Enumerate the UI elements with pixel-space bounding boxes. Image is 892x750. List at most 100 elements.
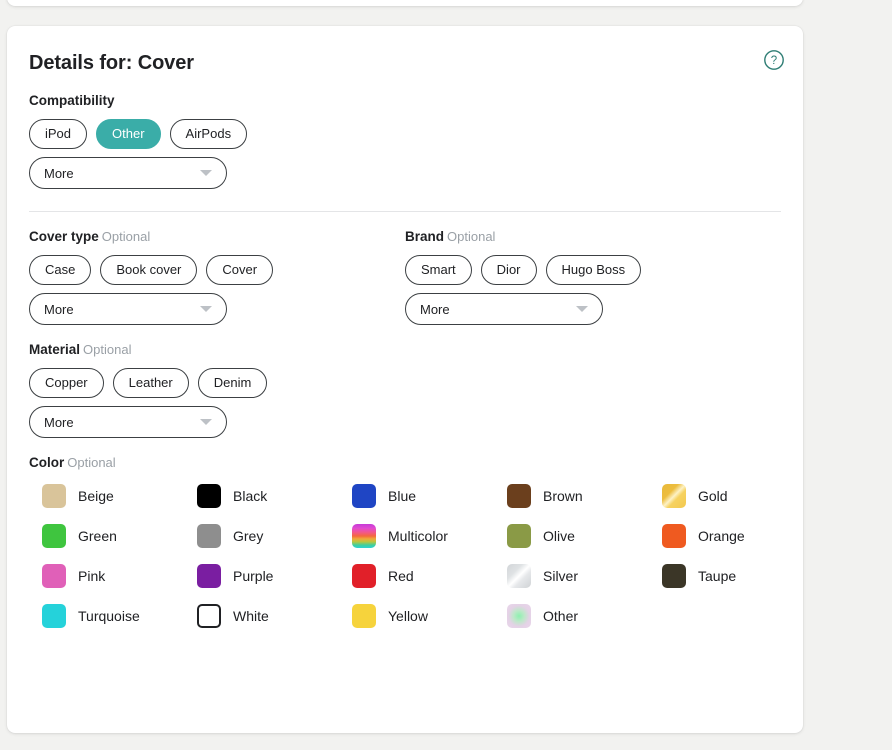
chevron-down-icon bbox=[200, 419, 212, 425]
color-option-label: Taupe bbox=[698, 568, 737, 584]
color-label-text: Color bbox=[29, 455, 65, 470]
color-option-label: Other bbox=[543, 608, 579, 624]
field-material: Material Optional Copper Leather Denim Mo… bbox=[29, 341, 405, 438]
color-option-label: Red bbox=[388, 568, 414, 584]
color-swatch-blue-icon bbox=[352, 484, 376, 508]
material-more-dropdown[interactable]: More bbox=[29, 406, 227, 438]
color-option-label: Blue bbox=[388, 488, 417, 504]
material-label-text: Material bbox=[29, 342, 81, 357]
pill-other-compatibility[interactable]: Other bbox=[96, 119, 161, 149]
color-swatch-other-icon bbox=[507, 604, 531, 628]
color-swatch-multicolor-icon bbox=[352, 524, 376, 548]
color-option-brown[interactable]: Brown bbox=[507, 484, 662, 508]
field-brand: Brand Optional Smart Dior Hugo Boss More bbox=[405, 228, 781, 325]
color-option-label: Pink bbox=[78, 568, 106, 584]
two-column-area: Cover type Optional Case Book cover Cover… bbox=[29, 212, 781, 438]
color-option-other[interactable]: Other bbox=[507, 604, 662, 628]
field-cover-type: Cover type Optional Case Book cover Cover… bbox=[29, 228, 405, 325]
brand-pill-row: Smart Dior Hugo Boss bbox=[405, 255, 781, 285]
color-option-beige[interactable]: Beige bbox=[42, 484, 197, 508]
color-option-label: Multicolor bbox=[388, 528, 448, 544]
cover-type-more-dropdown[interactable]: More bbox=[29, 293, 227, 325]
page-title: Details for: Cover bbox=[29, 52, 194, 74]
color-option-label: Turquoise bbox=[78, 608, 140, 624]
color-option-gold[interactable]: Gold bbox=[662, 484, 817, 508]
help-circle-icon[interactable]: ? bbox=[763, 49, 785, 71]
color-swatch-purple-icon bbox=[197, 564, 221, 588]
color-option-blue[interactable]: Blue bbox=[352, 484, 507, 508]
pill-airpods[interactable]: AirPods bbox=[169, 119, 248, 149]
color-option-green[interactable]: Green bbox=[42, 524, 197, 548]
field-color: Color Optional Beige Black Blue Brown Gold Gre… bbox=[29, 454, 781, 628]
color-option-orange[interactable]: Orange bbox=[662, 524, 817, 548]
pill-dior[interactable]: Dior bbox=[480, 255, 537, 285]
color-swatch-yellow-icon bbox=[352, 604, 376, 628]
color-option-olive[interactable]: Olive bbox=[507, 524, 662, 548]
color-option-grey[interactable]: Grey bbox=[197, 524, 352, 548]
material-optional: Optional bbox=[83, 342, 132, 357]
color-option-label: Gold bbox=[698, 488, 728, 504]
pill-denim[interactable]: Denim bbox=[197, 368, 268, 398]
card-body: Compatibility iPod Other AirPods More Co… bbox=[7, 92, 803, 628]
material-more-label: More bbox=[44, 414, 74, 430]
color-option-red[interactable]: Red bbox=[352, 564, 507, 588]
color-swatch-black-icon bbox=[197, 484, 221, 508]
compatibility-more-dropdown[interactable]: More bbox=[29, 157, 227, 189]
pill-case[interactable]: Case bbox=[29, 255, 92, 285]
cover-type-label-text: Cover type bbox=[29, 229, 99, 244]
cover-type-label: Cover type Optional bbox=[29, 228, 405, 246]
color-swatch-pink-icon bbox=[42, 564, 66, 588]
color-option-pink[interactable]: Pink bbox=[42, 564, 197, 588]
color-swatch-grey-icon bbox=[197, 524, 221, 548]
svg-text:?: ? bbox=[771, 55, 777, 67]
brand-more-dropdown[interactable]: More bbox=[405, 293, 603, 325]
details-page: Details for: Cover ? Compatibility iPod … bbox=[0, 0, 892, 750]
color-option-silver[interactable]: Silver bbox=[507, 564, 662, 588]
material-pill-row: Copper Leather Denim bbox=[29, 368, 405, 398]
brand-more-label: More bbox=[420, 301, 450, 317]
pill-leather[interactable]: Leather bbox=[112, 368, 189, 398]
color-option-label: Grey bbox=[233, 528, 264, 544]
color-swatch-white-icon bbox=[197, 604, 221, 628]
card-header: Details for: Cover ? bbox=[7, 26, 803, 76]
color-swatch-red-icon bbox=[352, 564, 376, 588]
chevron-down-icon bbox=[200, 170, 212, 176]
color-swatch-gold-icon bbox=[662, 484, 686, 508]
color-swatch-beige-icon bbox=[42, 484, 66, 508]
pill-cover[interactable]: Cover bbox=[206, 255, 274, 285]
color-option-black[interactable]: Black bbox=[197, 484, 352, 508]
cover-type-pill-row: Case Book cover Cover bbox=[29, 255, 405, 285]
chevron-down-icon bbox=[200, 306, 212, 312]
color-option-label: Orange bbox=[698, 528, 745, 544]
compatibility-more-label: More bbox=[44, 165, 74, 181]
chevron-down-icon bbox=[576, 306, 588, 312]
pill-ipod[interactable]: iPod bbox=[29, 119, 88, 149]
color-swatch-green-icon bbox=[42, 524, 66, 548]
cover-type-more-label: More bbox=[44, 301, 74, 317]
color-option-turquoise[interactable]: Turquoise bbox=[42, 604, 197, 628]
color-swatch-olive-icon bbox=[507, 524, 531, 548]
color-option-white[interactable]: White bbox=[197, 604, 352, 628]
color-option-taupe[interactable]: Taupe bbox=[662, 564, 817, 588]
color-swatch-turquoise-icon bbox=[42, 604, 66, 628]
color-swatch-taupe-icon bbox=[662, 564, 686, 588]
color-label: Color Optional bbox=[29, 454, 781, 472]
color-swatch-grid: Beige Black Blue Brown Gold Green Grey Multicol… bbox=[29, 484, 781, 628]
compatibility-pill-row: iPod Other AirPods bbox=[29, 119, 781, 149]
color-option-multicolor[interactable]: Multicolor bbox=[352, 524, 507, 548]
pill-hugo-boss[interactable]: Hugo Boss bbox=[545, 255, 642, 285]
compatibility-label-text: Compatibility bbox=[29, 93, 115, 108]
pill-smart[interactable]: Smart bbox=[405, 255, 472, 285]
color-option-label: Purple bbox=[233, 568, 274, 584]
details-card: Details for: Cover ? Compatibility iPod … bbox=[7, 26, 803, 733]
color-option-yellow[interactable]: Yellow bbox=[352, 604, 507, 628]
color-option-label: Olive bbox=[543, 528, 575, 544]
brand-label: Brand Optional bbox=[405, 228, 781, 246]
color-option-label: Brown bbox=[543, 488, 583, 504]
field-compatibility: Compatibility iPod Other AirPods More bbox=[29, 92, 781, 189]
compatibility-label: Compatibility bbox=[29, 92, 781, 110]
pill-copper[interactable]: Copper bbox=[29, 368, 104, 398]
color-option-purple[interactable]: Purple bbox=[197, 564, 352, 588]
pill-book-cover[interactable]: Book cover bbox=[100, 255, 198, 285]
previous-card-partial bbox=[7, 0, 803, 6]
